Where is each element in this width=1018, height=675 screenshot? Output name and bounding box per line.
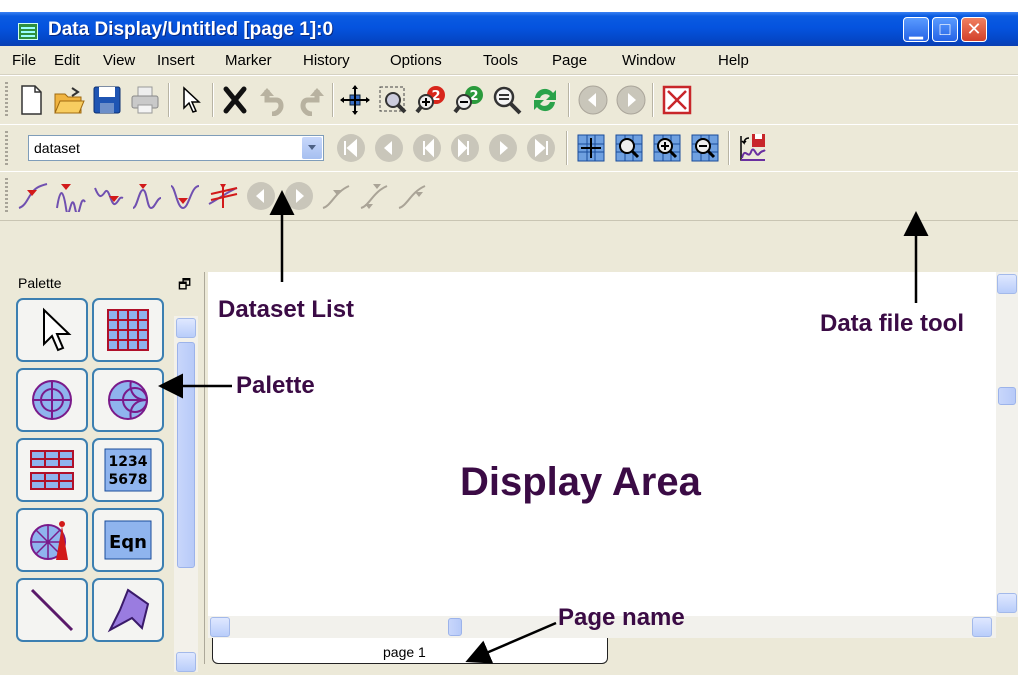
annotation-data-file-tool: Data file tool	[820, 310, 965, 337]
annotation-page-name: Page name	[558, 604, 685, 631]
annotation-palette: Palette	[236, 372, 315, 399]
annotation-dataset-list: Dataset List	[218, 296, 355, 323]
